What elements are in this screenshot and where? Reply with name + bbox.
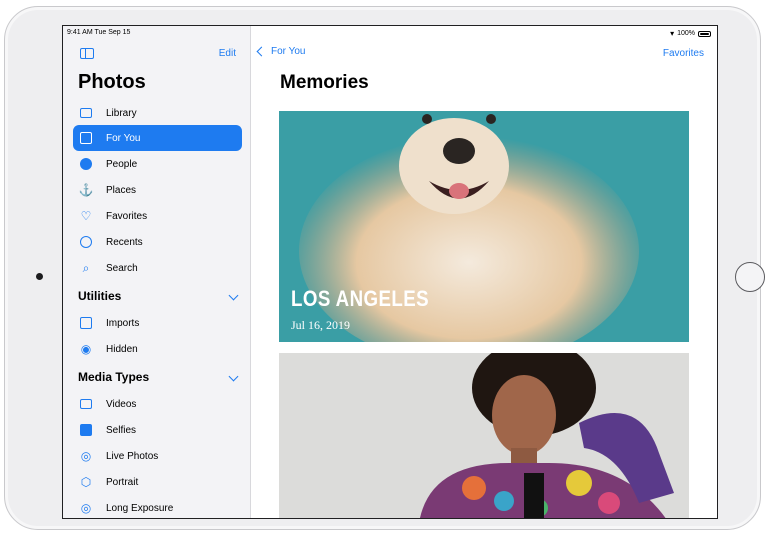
screen: 9:41 AM Tue Sep 15 ▾ 100% Edit Photos Li… <box>62 25 718 519</box>
memory-date: Jul 16, 2019 <box>291 318 351 332</box>
sidebar-item-label: Selfies <box>106 424 137 436</box>
sidebar-item-selfies[interactable]: Selfies <box>73 417 242 443</box>
sidebar-item-favorites[interactable]: ♡ Favorites <box>73 203 242 229</box>
sidebar-item-label: Portrait <box>106 476 139 488</box>
memory-card[interactable] <box>279 353 689 518</box>
sidebar-item-long-exposure[interactable]: ◎ Long Exposure <box>73 495 242 518</box>
for-you-icon <box>79 131 93 145</box>
search-icon: ⌕ <box>82 260 90 275</box>
long-exposure-icon: ◎ <box>80 501 92 515</box>
sidebar-item-recents[interactable]: Recents <box>73 229 242 255</box>
sidebar-title: Photos <box>78 71 146 93</box>
battery-icon <box>698 30 711 37</box>
sidebar-item-label: Places <box>106 184 137 196</box>
page-title: Memories <box>280 72 369 93</box>
selfie-icon <box>79 423 93 437</box>
pin-icon: ⚓ <box>78 183 94 197</box>
edit-button[interactable]: Edit <box>219 48 236 59</box>
sidebar-item-label: Long Exposure <box>106 502 174 514</box>
memory-title: LOS ANGELES <box>291 286 430 311</box>
sidebar-item-label: For You <box>106 132 141 144</box>
wifi-icon: ▾ <box>670 29 675 38</box>
memory-card[interactable]: LOS ANGELES Jul 16, 2019 <box>279 111 689 342</box>
status-bar: 9:41 AM Tue Sep 15 ▾ 100% <box>63 26 717 40</box>
sidebar-item-portrait[interactable]: ⬡ Portrait <box>73 469 242 495</box>
sidebar-item-for-you[interactable]: For You <box>73 125 242 151</box>
sidebar-item-search[interactable]: ⌕ Search <box>73 255 242 281</box>
sidebar-item-label: Videos <box>106 398 137 410</box>
home-button[interactable] <box>735 262 765 292</box>
clock-icon <box>79 235 93 249</box>
sidebar-item-live-photos[interactable]: ◎ Live Photos <box>73 443 242 469</box>
portrait-photo <box>279 353 689 518</box>
sidebar-item-imports[interactable]: Imports <box>73 310 242 336</box>
sidebar-item-people[interactable]: People <box>73 151 242 177</box>
cube-icon: ⬡ <box>80 475 92 489</box>
front-camera <box>36 273 43 280</box>
sidebar-item-places[interactable]: ⚓ Places <box>73 177 242 203</box>
back-label: For You <box>271 46 306 57</box>
sidebar-toolbar: Edit <box>63 46 250 64</box>
section-header-utilities[interactable]: Utilities <box>78 289 121 303</box>
sidebar-toggle-icon[interactable] <box>80 48 94 59</box>
sidebar-item-label: Live Photos <box>106 450 159 462</box>
live-photo-icon: ◎ <box>80 449 92 463</box>
section-header-media-types[interactable]: Media Types <box>78 370 149 384</box>
sidebar-item-label: Search <box>106 262 138 274</box>
eye-slash-icon: ◉ <box>80 342 92 356</box>
battery-percent: 100% <box>677 30 695 37</box>
favorites-button[interactable]: Favorites <box>663 48 704 59</box>
sidebar-item-label: Recents <box>106 236 143 248</box>
chevron-down-icon[interactable] <box>228 290 239 301</box>
status-time: 9:41 AM Tue Sep 15 <box>67 29 131 36</box>
sidebar-item-label: Library <box>106 107 137 119</box>
chevron-left-icon <box>256 46 267 57</box>
status-indicators: ▾ 100% <box>670 29 711 38</box>
back-button[interactable]: For You <box>256 46 306 57</box>
sidebar-item-library[interactable]: Library <box>73 100 242 126</box>
sidebar-item-label: Favorites <box>106 210 148 222</box>
heart-icon: ♡ <box>80 209 92 223</box>
sidebar-item-label: Hidden <box>106 343 138 355</box>
photo-stack-icon <box>79 106 93 120</box>
import-icon <box>79 316 93 330</box>
sidebar-item-videos[interactable]: Videos <box>73 391 242 417</box>
video-icon <box>79 397 93 411</box>
person-circle-icon <box>79 157 93 171</box>
sidebar-item-label: Imports <box>106 317 140 329</box>
main-content: For You Favorites Memories LOS ANGELES J… <box>251 26 717 518</box>
sidebar-item-hidden[interactable]: ◉ Hidden <box>73 336 242 362</box>
sidebar-item-label: People <box>106 158 138 170</box>
sidebar: Edit Photos Library For You People ⚓ Pla… <box>63 26 251 518</box>
chevron-down-icon[interactable] <box>228 371 239 382</box>
